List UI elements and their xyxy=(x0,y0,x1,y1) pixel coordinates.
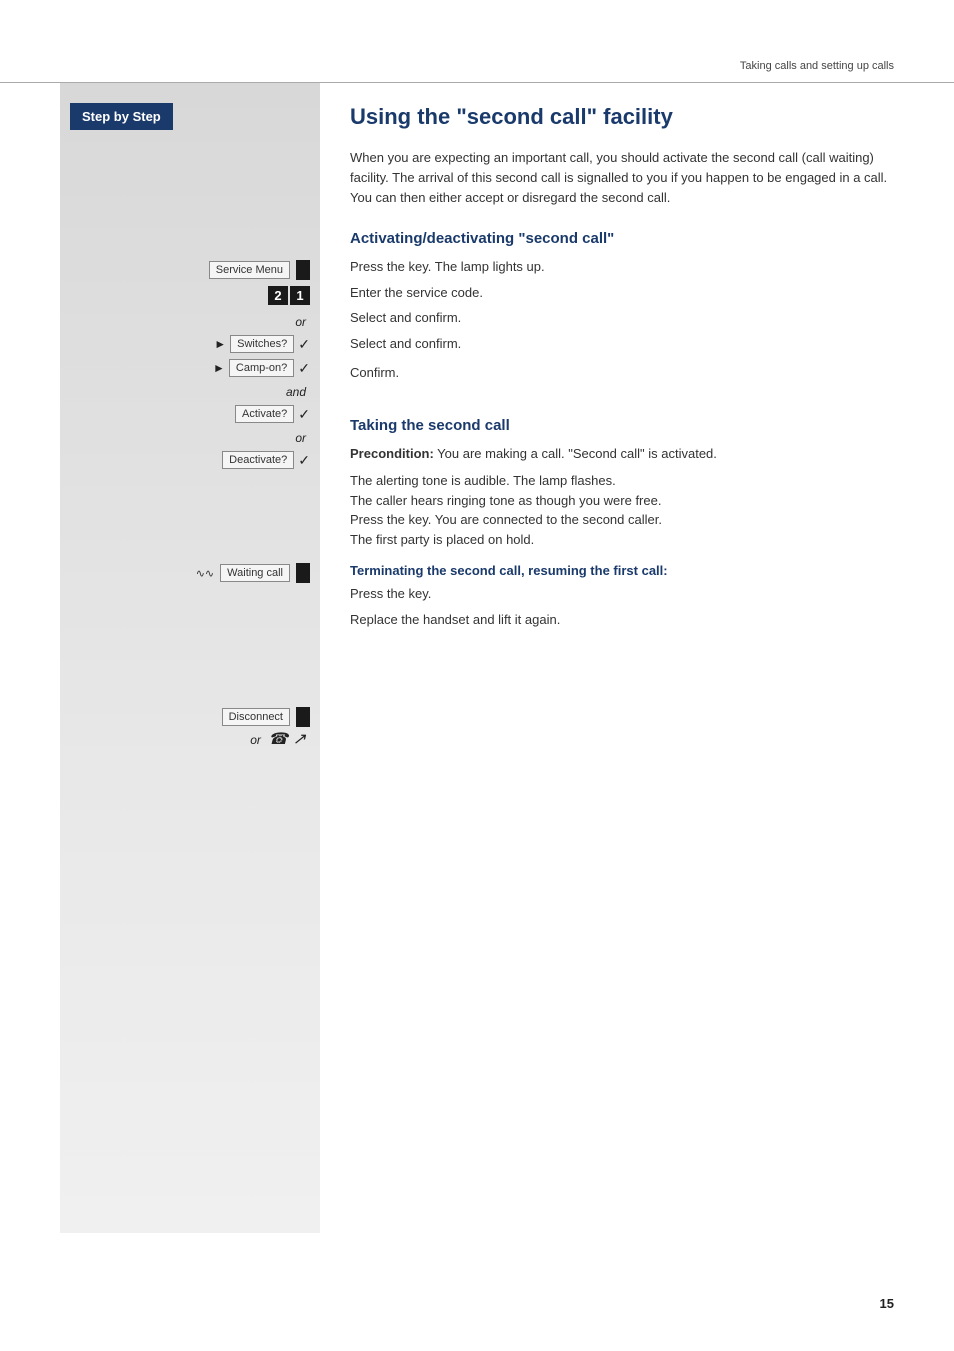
activate-row: Activate? ✓ xyxy=(70,405,310,423)
sub-heading: Terminating the second call, resuming th… xyxy=(350,563,894,578)
digit-2: 2 xyxy=(268,286,288,305)
divider1 xyxy=(350,389,894,413)
activate-button[interactable]: Activate? xyxy=(235,405,294,423)
check-activate: ✓ xyxy=(298,406,310,423)
sidebar-steps: Service Menu 2 1 or ► Switches? ✓ ► Camp… xyxy=(70,140,310,751)
check-campon: ✓ xyxy=(298,360,310,377)
content-area: Step by Step Service Menu 2 1 or ► Switc… xyxy=(0,83,954,1273)
step2-text: Enter the service code. xyxy=(350,283,894,303)
wave-symbol: ∿∿ xyxy=(196,567,214,580)
deactivate-row: Deactivate? ✓ xyxy=(70,451,310,469)
switches-row: ► Switches? ✓ xyxy=(70,335,310,353)
section2-heading: Taking the second call xyxy=(350,417,894,434)
lamp-disconnect xyxy=(296,707,310,727)
campon-button[interactable]: Camp-on? xyxy=(229,359,294,377)
step-by-step-label: Step by Step xyxy=(70,103,173,130)
service-menu-button[interactable]: Service Menu xyxy=(209,261,290,279)
digit-1: 1 xyxy=(290,286,310,305)
step7-text: Press the key. xyxy=(350,584,894,604)
lamp-waiting xyxy=(296,563,310,583)
page-title: Using the "second call" facility xyxy=(350,103,894,132)
section1-heading: Activating/deactivating "second call" xyxy=(350,230,894,247)
switches-button[interactable]: Switches? xyxy=(230,335,294,353)
or-label-1: or xyxy=(70,315,310,329)
intro-text: When you are expecting an important call… xyxy=(350,148,894,208)
check-deactivate: ✓ xyxy=(298,452,310,469)
service-menu-row: Service Menu xyxy=(70,260,310,280)
or-label-2: or xyxy=(70,431,310,445)
handset-icon: ☎ ↗ xyxy=(268,731,306,748)
step3-text: Select and confirm. xyxy=(350,308,894,328)
precondition-rest: You are making a call. "Second call" is … xyxy=(434,446,717,461)
page-number: 15 xyxy=(880,1296,894,1311)
check-switches: ✓ xyxy=(298,336,310,353)
header-title: Taking calls and setting up calls xyxy=(740,60,894,72)
step4-text: Select and confirm. xyxy=(350,334,894,354)
step1-text: Press the key. The lamp lights up. xyxy=(350,257,894,277)
arrow-campon: ► xyxy=(213,361,225,375)
step5-text: Confirm. xyxy=(350,363,894,383)
main-content: Using the "second call" facility When yo… xyxy=(320,83,894,1233)
disconnect-button[interactable]: Disconnect xyxy=(222,708,290,726)
sidebar: Step by Step Service Menu 2 1 or ► Switc… xyxy=(60,83,320,1233)
disconnect-row: Disconnect xyxy=(222,707,310,727)
code-block: 2 1 xyxy=(268,286,310,305)
precondition-bold: Precondition: xyxy=(350,446,434,461)
campon-row: ► Camp-on? ✓ xyxy=(70,359,310,377)
and-label: and xyxy=(70,385,310,399)
step6-text: The alerting tone is audible. The lamp f… xyxy=(350,471,894,549)
precondition-text: Precondition: You are making a call. "Se… xyxy=(350,444,894,464)
waiting-call-button[interactable]: Waiting call xyxy=(220,564,290,582)
arrow-switches: ► xyxy=(214,337,226,351)
page-header: Taking calls and setting up calls xyxy=(0,0,954,83)
deactivate-button[interactable]: Deactivate? xyxy=(222,451,294,469)
lamp-indicator xyxy=(296,260,310,280)
disconnect-section: Disconnect or ☎ ↗ xyxy=(222,707,310,751)
step8-text: Replace the handset and lift it again. xyxy=(350,610,894,630)
or-label-3: or ☎ ↗ xyxy=(222,729,310,749)
waiting-call-row: ∿∿ Waiting call xyxy=(70,563,310,583)
